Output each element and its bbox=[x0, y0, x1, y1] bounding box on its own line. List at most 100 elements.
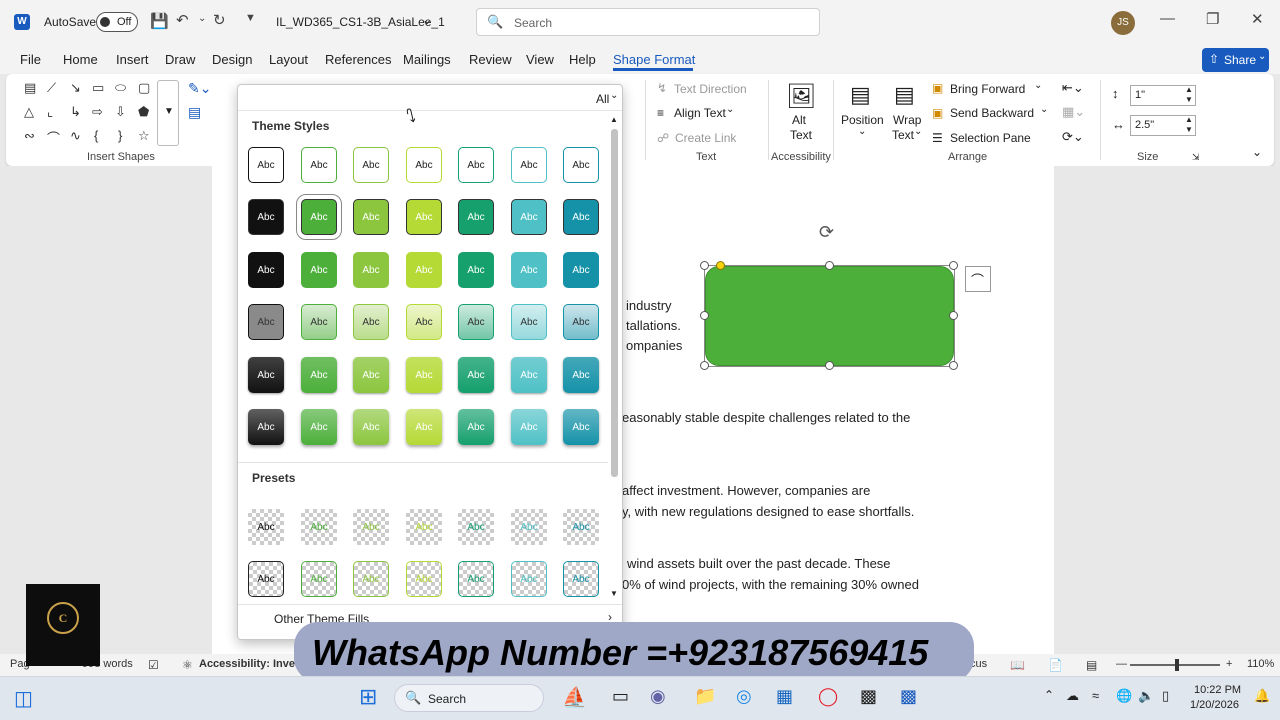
language-icon[interactable]: 🌐 bbox=[1116, 688, 1132, 704]
undo-icon[interactable]: ↶ bbox=[176, 11, 189, 29]
style-tile[interactable]: Abc bbox=[248, 304, 284, 340]
task-view-icon[interactable]: ▭ bbox=[612, 686, 629, 707]
ribbon-collapse-icon[interactable]: ⌄ bbox=[1252, 145, 1262, 159]
right-arrow-shape-icon[interactable]: ⇨ bbox=[92, 104, 103, 120]
desktop-widget-icon[interactable]: ◫ bbox=[14, 686, 33, 711]
style-tile[interactable]: Abc bbox=[563, 304, 599, 340]
restore-icon[interactable]: ❐ bbox=[1206, 10, 1219, 28]
share-button[interactable]: ⇧ Share ⌄ bbox=[1202, 48, 1269, 72]
taskbar-search[interactable]: 🔍 Search bbox=[394, 684, 544, 712]
style-tile[interactable]: Abc bbox=[406, 304, 442, 340]
draw-textbox-icon[interactable]: ▤ bbox=[188, 104, 201, 121]
read-mode-icon[interactable]: 📖 bbox=[1010, 658, 1025, 672]
close-icon[interactable]: ✕ bbox=[1251, 10, 1264, 28]
style-tile[interactable]: Abc bbox=[406, 357, 442, 393]
tray-chevron-icon[interactable]: ⌃ bbox=[1044, 688, 1054, 702]
style-tile[interactable]: Abc bbox=[353, 147, 389, 183]
customize-toolbar-icon[interactable]: ▼ bbox=[245, 12, 256, 24]
style-tile[interactable]: Abc bbox=[353, 199, 389, 235]
style-tile[interactable]: Abc bbox=[511, 357, 547, 393]
adjust-handle[interactable] bbox=[716, 261, 725, 270]
group-objects-icon[interactable]: ▦⌄ bbox=[1062, 104, 1085, 120]
style-tile[interactable]: Abc bbox=[353, 304, 389, 340]
create-link-button[interactable]: Create Link bbox=[675, 131, 736, 145]
style-tile[interactable]: Abc bbox=[406, 409, 442, 445]
rounded-rect-shape-icon[interactable]: ▢ bbox=[138, 80, 150, 96]
autosave-toggle[interactable]: Off bbox=[96, 12, 138, 32]
tab-draw[interactable]: Draw bbox=[165, 52, 195, 67]
style-tile[interactable]: Abc bbox=[406, 561, 442, 597]
scroll-thumb[interactable] bbox=[611, 129, 618, 477]
style-tile[interactable]: Abc bbox=[563, 509, 599, 545]
freeform-shape-icon[interactable]: ∾ bbox=[24, 128, 35, 144]
style-tile[interactable]: Abc bbox=[563, 357, 599, 393]
style-tile[interactable]: Abc bbox=[511, 199, 547, 235]
layout-options-button[interactable]: ⌒ bbox=[965, 266, 991, 292]
tab-layout[interactable]: Layout bbox=[269, 52, 308, 67]
style-tile[interactable]: Abc bbox=[563, 199, 599, 235]
send-backward-button[interactable]: Send Backward bbox=[950, 106, 1034, 120]
pentagon-shape-icon[interactable]: ⬟ bbox=[138, 104, 149, 120]
opera-icon[interactable]: ◯ bbox=[818, 686, 838, 707]
zoom-out-icon[interactable]: — bbox=[1116, 658, 1127, 670]
style-tile[interactable]: Abc bbox=[248, 199, 284, 235]
minimize-icon[interactable]: — bbox=[1160, 10, 1175, 27]
wrap-text-icon[interactable]: ▤ bbox=[894, 82, 915, 108]
wrap-text-label-2[interactable]: Text bbox=[892, 128, 914, 142]
tab-view[interactable]: View bbox=[526, 52, 554, 67]
style-tile[interactable]: Abc bbox=[301, 561, 337, 597]
style-tile[interactable]: Abc bbox=[511, 561, 547, 597]
start-icon[interactable]: ⊞ bbox=[359, 684, 377, 710]
zoom-thumb[interactable] bbox=[1175, 659, 1179, 671]
bring-forward-chevron-icon[interactable]: ⌄ bbox=[1034, 80, 1042, 91]
size-launcher-icon[interactable]: ⇲ bbox=[1192, 152, 1200, 163]
align-text-button[interactable]: Align Text bbox=[674, 106, 726, 120]
send-backward-chevron-icon[interactable]: ⌄ bbox=[1040, 104, 1048, 115]
wrap-text-label-1[interactable]: Wrap bbox=[893, 113, 921, 127]
style-tile[interactable]: Abc bbox=[301, 147, 337, 183]
right-brace-shape-icon[interactable]: } bbox=[118, 128, 122, 143]
document-title[interactable]: IL_WD365_CS1-3B_AsiaLee_1 bbox=[276, 15, 445, 29]
resize-handle[interactable] bbox=[949, 311, 958, 320]
wifi-icon[interactable]: ≈ bbox=[1092, 688, 1099, 703]
web-layout-icon[interactable]: ▤ bbox=[1086, 658, 1097, 672]
resize-handle[interactable] bbox=[949, 361, 958, 370]
style-tile[interactable]: Abc bbox=[248, 561, 284, 597]
zoom-in-icon[interactable]: + bbox=[1226, 658, 1232, 670]
rectangle-shape-icon[interactable]: ▭ bbox=[92, 80, 104, 96]
text-direction-button[interactable]: Text Direction bbox=[674, 82, 747, 96]
tab-design[interactable]: Design bbox=[212, 52, 252, 67]
arc-shape-icon[interactable]: ⌒ bbox=[47, 128, 60, 147]
alt-text-label-2[interactable]: Text bbox=[790, 128, 812, 142]
edge-icon[interactable]: ◎ bbox=[736, 686, 752, 707]
position-button[interactable]: Position bbox=[841, 113, 884, 127]
style-tile[interactable]: Abc bbox=[511, 509, 547, 545]
elbow-connector-icon[interactable]: ⌞ bbox=[47, 104, 53, 120]
alt-text-label-1[interactable]: Alt bbox=[792, 113, 806, 127]
style-tile[interactable]: Abc bbox=[458, 561, 494, 597]
resize-handle[interactable] bbox=[825, 361, 834, 370]
scroll-down-icon[interactable]: ▼ bbox=[610, 589, 618, 598]
save-icon[interactable]: 💾 bbox=[150, 12, 169, 30]
style-tile[interactable]: Abc bbox=[511, 304, 547, 340]
style-tile[interactable]: Abc bbox=[563, 147, 599, 183]
tab-references[interactable]: References bbox=[325, 52, 391, 67]
style-tile[interactable]: Abc bbox=[458, 304, 494, 340]
shapes-scroll[interactable]: ▼ bbox=[157, 80, 179, 146]
elbow-arrow-icon[interactable]: ↳ bbox=[70, 104, 81, 120]
speaker-icon[interactable]: 🔈 bbox=[1138, 688, 1154, 704]
style-tile[interactable]: Abc bbox=[301, 252, 337, 288]
width-spinner-icon[interactable]: ▲ ▼ bbox=[1185, 115, 1193, 135]
style-tile[interactable]: Abc bbox=[353, 409, 389, 445]
undo-dropdown-icon[interactable]: ⌄ bbox=[198, 13, 206, 24]
height-field[interactable]: 1" ▲ ▼ bbox=[1130, 85, 1196, 106]
curve-shape-icon[interactable]: ∿ bbox=[70, 128, 81, 144]
avatar[interactable]: JS bbox=[1111, 11, 1135, 35]
style-tile[interactable]: Abc bbox=[511, 147, 547, 183]
style-tile[interactable]: Abc bbox=[511, 252, 547, 288]
position-icon[interactable]: ▤ bbox=[850, 82, 871, 108]
gallery-scrollbar[interactable]: ▲ ▼ bbox=[610, 115, 620, 601]
rotate-handle-icon[interactable]: ⟳ bbox=[819, 222, 834, 243]
style-tile[interactable]: Abc bbox=[458, 409, 494, 445]
textbox-shape-icon[interactable]: ▤ bbox=[24, 80, 36, 96]
